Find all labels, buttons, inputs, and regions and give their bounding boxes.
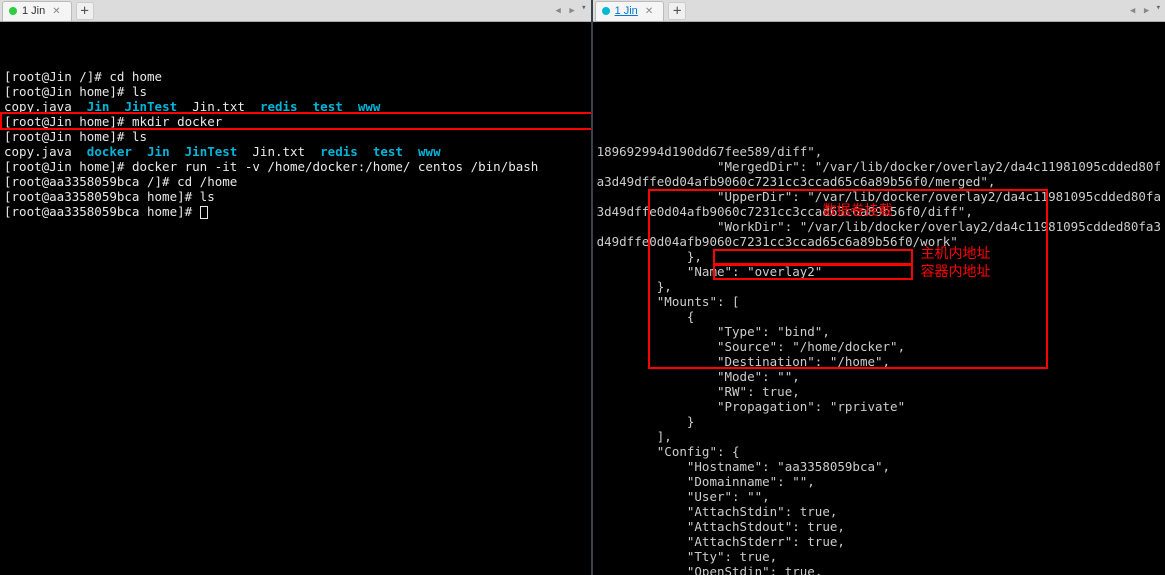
right-tabbar: 1 Jin ✕ + ◀ ▶ ▾	[593, 0, 1165, 22]
add-tab-button[interactable]: +	[76, 2, 94, 20]
terminal-line: "UpperDir": "/var/lib/docker/overlay2/da…	[597, 189, 1161, 204]
status-dot-icon	[9, 7, 17, 15]
terminal-line: [root@aa3358059bca /]# cd /home	[4, 174, 587, 189]
terminal-line: [root@Jin home]# docker run -it -v /home…	[4, 159, 587, 174]
terminal-line: "Hostname": "aa3358059bca",	[597, 459, 1161, 474]
cursor	[200, 206, 208, 219]
terminal-line: }	[597, 414, 1161, 429]
terminal-line: "RW": true,	[597, 384, 1161, 399]
terminal-line: "Tty": true,	[597, 549, 1161, 564]
nav-arrows: ◀ ▶ ▾	[1126, 3, 1161, 19]
nav-right-icon[interactable]: ▶	[1140, 3, 1154, 19]
terminal-line: "MergedDir": "/var/lib/docker/overlay2/d…	[597, 159, 1161, 174]
right-terminal[interactable]: 189692994d190dd67fee589/diff", "MergedDi…	[593, 22, 1165, 575]
terminal-line: a3d49dffe0d04afb9060c7231cc3ccad65c6a89b…	[597, 174, 1161, 189]
terminal-line: "Mounts": [	[597, 294, 1161, 309]
terminal-line: "Source": "/home/docker",	[597, 339, 1161, 354]
terminal-line: "Domainname": "",	[597, 474, 1161, 489]
terminal-line: [root@Jin home]# ls	[4, 84, 587, 99]
terminal-line: ],	[597, 429, 1161, 444]
terminal-line: 189692994d190dd67fee589/diff",	[597, 144, 1161, 159]
terminal-line: "Config": {	[597, 444, 1161, 459]
nav-left-icon[interactable]: ◀	[1126, 3, 1140, 19]
terminal-line: d49dffe0d04afb9060c7231cc3ccad65c6a89b56…	[597, 234, 1161, 249]
terminal-line: "WorkDir": "/var/lib/docker/overlay2/da4…	[597, 219, 1161, 234]
nav-menu-icon[interactable]: ▾	[581, 3, 586, 19]
terminal-line: "Name": "overlay2"	[597, 264, 1161, 279]
status-dot-icon	[602, 7, 610, 15]
terminal-line: "Propagation": "rprivate"	[597, 399, 1161, 414]
add-tab-button[interactable]: +	[668, 2, 686, 20]
right-tab-1jin[interactable]: 1 Jin ✕	[595, 1, 665, 21]
terminal-line: {	[597, 309, 1161, 324]
terminal-line: [root@Jin home]# mkdir docker	[4, 114, 587, 129]
terminal-line: [root@Jin /]# cd home	[4, 69, 587, 84]
terminal-line: [root@Jin home]# ls	[4, 129, 587, 144]
left-tab-1jin[interactable]: 1 Jin ✕	[2, 1, 72, 21]
tab-title: 1 Jin	[615, 5, 638, 17]
terminal-line: [root@aa3358059bca home]# ls	[4, 189, 587, 204]
left-tabbar: 1 Jin ✕ + ◀ ▶ ▾	[0, 0, 591, 22]
terminal-line: "Destination": "/home",	[597, 354, 1161, 369]
terminal-line: copy.java Jin JinTest Jin.txt redis test…	[4, 99, 587, 114]
nav-right-icon[interactable]: ▶	[565, 3, 579, 19]
terminal-line: "Type": "bind",	[597, 324, 1161, 339]
close-icon[interactable]: ✕	[645, 6, 653, 17]
terminal-line: [root@aa3358059bca home]#	[4, 204, 587, 219]
nav-menu-icon[interactable]: ▾	[1156, 3, 1161, 19]
terminal-line: "User": "",	[597, 489, 1161, 504]
terminal-line: "AttachStderr": true,	[597, 534, 1161, 549]
left-terminal[interactable]: [root@Jin /]# cd home[root@Jin home]# ls…	[0, 22, 591, 575]
terminal-line: "AttachStdout": true,	[597, 519, 1161, 534]
nav-left-icon[interactable]: ◀	[551, 3, 565, 19]
terminal-line: "OpenStdin": true,	[597, 564, 1161, 575]
close-icon[interactable]: ✕	[52, 6, 60, 17]
terminal-line: copy.java docker Jin JinTest Jin.txt red…	[4, 144, 587, 159]
nav-arrows: ◀ ▶ ▾	[551, 3, 586, 19]
terminal-line: },	[597, 279, 1161, 294]
terminal-line: 3d49dffe0d04afb9060c7231cc3ccad65c6a89b5…	[597, 204, 1161, 219]
left-terminal-pane: 1 Jin ✕ + ◀ ▶ ▾ [root@Jin /]# cd home[ro…	[0, 0, 593, 575]
terminal-line: "AttachStdin": true,	[597, 504, 1161, 519]
tab-title: 1 Jin	[22, 5, 45, 17]
terminal-line: },	[597, 249, 1161, 264]
right-terminal-pane: 1 Jin ✕ + ◀ ▶ ▾ 189692994d190dd67fee589/…	[593, 0, 1165, 575]
terminal-line: "Mode": "",	[597, 369, 1161, 384]
